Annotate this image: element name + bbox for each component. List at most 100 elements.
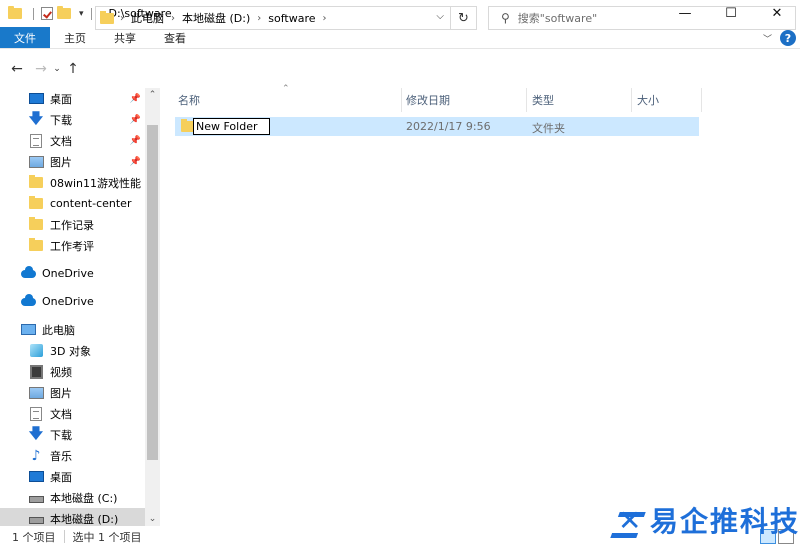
sidebar-item-drive-c[interactable]: 本地磁盘 (C:) <box>0 487 145 508</box>
sidebar-item-this-pc[interactable]: 此电脑 <box>0 319 145 340</box>
column-divider[interactable] <box>631 88 632 112</box>
watermark-text: 易企推科技 <box>650 505 800 538</box>
pin-icon: 📌 <box>129 93 141 104</box>
sidebar-item-label: 下载 <box>50 428 72 442</box>
selected-count: 选中 1 个项目 <box>72 530 142 544</box>
sidebar-item-pictures[interactable]: 图片 📌 <box>0 151 145 172</box>
desktop-icon <box>28 93 44 104</box>
search-icon: ⚲ <box>501 11 510 25</box>
sidebar-scrollbar[interactable]: ⌃ ⌄ <box>145 88 160 526</box>
back-arrow-icon[interactable]: ← <box>7 61 27 77</box>
sidebar-item-pictures[interactable]: 图片 <box>0 382 145 403</box>
sidebar-item-folder[interactable]: 工作记录 <box>0 214 145 235</box>
forward-arrow-icon[interactable]: → <box>31 61 51 77</box>
tab-home[interactable]: 主页 <box>50 27 100 48</box>
folder-icon <box>29 196 43 209</box>
sidebar-item-label: 本地磁盘 (D:) <box>50 512 119 526</box>
scroll-up-icon[interactable]: ⌃ <box>145 90 160 100</box>
tab-file[interactable]: 文件 <box>0 27 50 48</box>
column-divider[interactable] <box>401 88 402 112</box>
sidebar-item-folder[interactable]: 08win11游戏性能 <box>0 172 145 193</box>
column-header-modified[interactable]: 修改日期 <box>406 88 450 112</box>
address-bar[interactable]: › 此电脑 › 本地磁盘 (D:) › software › ⌵ <box>95 6 451 30</box>
tab-view[interactable]: 查看 <box>150 27 200 48</box>
navigation-bar: ← → ⌄ ↑ <box>0 50 800 88</box>
sidebar-item-downloads[interactable]: 🡇 下载 📌 <box>0 109 145 130</box>
sidebar-item-label: 图片 <box>50 155 72 169</box>
divider <box>90 7 92 20</box>
breadcrumb-this-pc[interactable]: 此电脑 <box>131 10 164 26</box>
sidebar-item-desktop[interactable]: 桌面 <box>0 466 145 487</box>
breadcrumb-software[interactable]: software <box>268 12 315 25</box>
file-modified: 2022/1/17 9:56 <box>406 120 491 133</box>
item-count: 1 个项目 <box>12 530 56 544</box>
expand-ribbon-icon[interactable]: ﹀ <box>763 32 772 45</box>
onedrive-icon <box>20 265 36 278</box>
sidebar-item-label: OneDrive <box>42 267 94 280</box>
folder-icon[interactable] <box>8 6 22 19</box>
sidebar-item-music[interactable]: ♪ 音乐 <box>0 445 145 466</box>
sidebar-item-documents[interactable]: 文档 📌 <box>0 130 145 151</box>
drive-icon <box>28 496 44 503</box>
file-type: 文件夹 <box>532 122 565 135</box>
sidebar-item-videos[interactable]: 视频 <box>0 361 145 382</box>
document-icon <box>30 406 42 421</box>
sidebar-item-label: 3D 对象 <box>50 344 91 358</box>
video-icon <box>29 364 43 379</box>
rename-input[interactable]: New Folder <box>193 118 270 135</box>
sidebar-item-drive-d[interactable]: 本地磁盘 (D:) <box>0 508 145 526</box>
sidebar-item-folder[interactable]: 工作考评 <box>0 235 145 256</box>
pictures-icon <box>28 155 44 168</box>
search-box[interactable]: ⚲ 搜索"software" <box>488 6 796 30</box>
column-divider[interactable] <box>701 88 702 112</box>
sidebar-item-onedrive[interactable]: OneDrive <box>0 263 145 284</box>
chevron-right-icon[interactable]: › <box>171 13 175 24</box>
column-header-name[interactable]: 名称 <box>178 88 200 112</box>
pin-icon: 📌 <box>129 114 141 125</box>
refresh-button[interactable]: ↻ <box>451 6 477 30</box>
sidebar-item-desktop[interactable]: 桌面 📌 <box>0 88 145 109</box>
file-row[interactable]: New Folder 2022/1/17 9:56 文件夹 <box>175 117 699 136</box>
desktop-icon <box>28 471 44 482</box>
column-header-type[interactable]: 类型 <box>532 88 554 112</box>
sidebar-item-onedrive[interactable]: OneDrive <box>0 291 145 312</box>
help-icon[interactable]: ? <box>780 30 796 46</box>
sidebar-item-folder[interactable]: content-center <box>0 193 145 214</box>
new-folder-icon[interactable] <box>57 6 71 19</box>
sidebar-item-documents[interactable]: 文档 <box>0 403 145 424</box>
navigation-pane: 桌面 📌 🡇 下载 📌 文档 📌 图片 📌 08win11游戏性能 conten… <box>0 88 160 526</box>
scroll-down-icon[interactable]: ⌄ <box>145 514 160 524</box>
ribbon-tabs: 文件 主页 共享 查看 ﹀ ? <box>0 27 800 49</box>
chevron-right-icon[interactable]: › <box>257 13 261 24</box>
column-header-size[interactable]: 大小 <box>637 88 659 112</box>
divider <box>33 7 34 20</box>
chevron-right-icon[interactable]: › <box>120 13 124 24</box>
properties-icon[interactable] <box>41 7 53 20</box>
sidebar-item-downloads[interactable]: 🡇 下载 <box>0 424 145 445</box>
chevron-right-icon[interactable]: › <box>323 13 327 24</box>
up-arrow-icon[interactable]: ↑ <box>63 61 83 77</box>
folder-icon <box>29 238 43 251</box>
sidebar-item-3d-objects[interactable]: 3D 对象 <box>0 340 145 361</box>
recent-locations-icon[interactable]: ⌄ <box>51 64 63 74</box>
sidebar-item-label: 下载 <box>50 113 72 127</box>
tab-share[interactable]: 共享 <box>100 27 150 48</box>
scrollbar-thumb[interactable] <box>147 125 158 460</box>
breadcrumb-drive-d[interactable]: 本地磁盘 (D:) <box>182 10 250 26</box>
column-divider[interactable] <box>526 88 527 112</box>
sidebar-item-label: 音乐 <box>50 449 72 463</box>
sidebar-item-label: 此电脑 <box>42 323 75 337</box>
document-icon <box>30 133 42 148</box>
sidebar-item-label: content-center <box>50 197 132 210</box>
folder-icon <box>29 175 43 188</box>
sidebar-item-label: 文档 <box>50 134 72 148</box>
sidebar-item-label: 文档 <box>50 407 72 421</box>
watermark: 易企推科技 <box>612 500 800 540</box>
search-input[interactable]: 搜索"software" <box>518 10 597 26</box>
sidebar-item-label: 08win11游戏性能 <box>50 176 142 190</box>
download-icon: 🡇 <box>28 425 44 442</box>
sidebar-item-label: 图片 <box>50 386 72 400</box>
chevron-down-icon[interactable]: ⌵ <box>436 11 444 22</box>
folder-icon <box>100 10 114 24</box>
customize-toolbar-icon[interactable]: ▾ <box>79 9 84 19</box>
